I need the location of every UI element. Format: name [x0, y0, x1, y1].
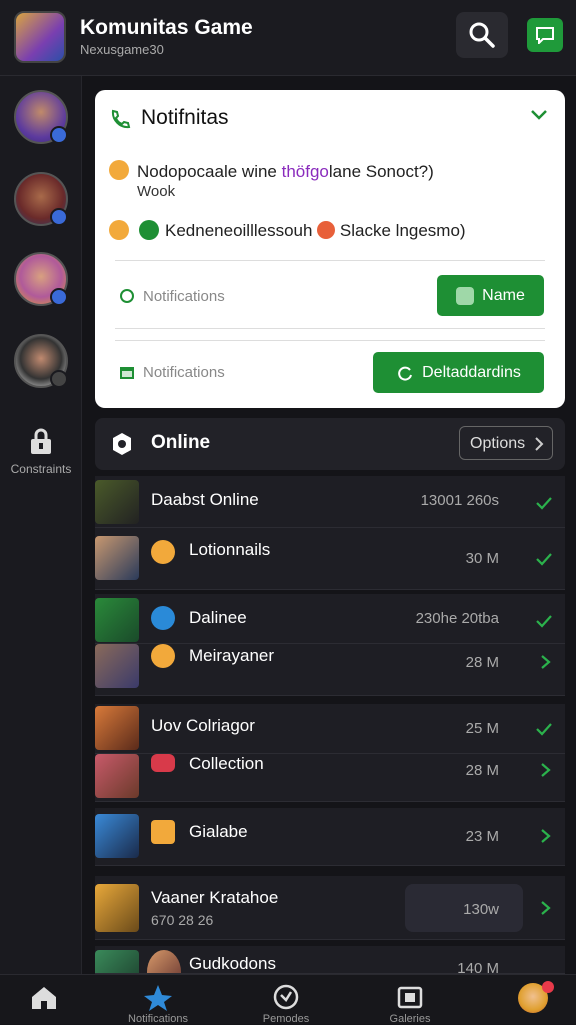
emoji-icon [151, 606, 175, 630]
online-header: Online Options [95, 418, 565, 470]
list-item[interactable]: Meirayaner 28 M [95, 644, 565, 696]
notification-icon [120, 289, 134, 303]
app-subtitle: Nexusgame30 [80, 42, 164, 57]
emoji-icon [139, 220, 159, 240]
notifications-label-1: Notifications [143, 288, 225, 305]
chevron-right-icon [541, 901, 551, 915]
list-item[interactable]: Daabst Online 13001 260s [95, 476, 565, 528]
emoji-icon [151, 540, 175, 564]
bottom-nav: Notifications Pemodes Galeries [0, 974, 576, 1025]
game-thumbnail [95, 754, 139, 798]
sidebar-label: Constraints [10, 462, 72, 476]
calendar-icon [120, 367, 134, 379]
avatar [147, 950, 181, 973]
divider [115, 328, 545, 329]
search-icon [469, 22, 495, 48]
notification-message-2: Kedneneoilllessouh Slacke lngesmo) [165, 221, 466, 240]
compass-icon [273, 984, 299, 1010]
sidebar-avatar-4[interactable] [14, 334, 68, 388]
options-button[interactable]: Options [459, 426, 553, 460]
chevron-down-icon[interactable] [529, 108, 549, 122]
divider [115, 340, 545, 341]
emoji-icon [151, 820, 175, 844]
nav-galeries[interactable]: Galeries [370, 975, 450, 1025]
sidebar-avatar-2[interactable] [14, 172, 68, 226]
lock-icon[interactable] [27, 428, 55, 456]
emoji-icon [151, 644, 175, 668]
game-thumbnail [95, 536, 139, 580]
phone-icon [111, 109, 131, 129]
star-icon [144, 985, 172, 1011]
notification-dot [542, 981, 554, 993]
chevron-right-icon [541, 763, 551, 777]
emoji-icon [317, 221, 336, 239]
emoji-icon [109, 220, 129, 240]
list-item[interactable]: Collection 28 M [95, 754, 565, 802]
status-badge [50, 288, 68, 306]
refresh-icon [398, 366, 413, 381]
chevron-right-icon [535, 437, 544, 451]
notification-message-1-sub: Wook [137, 183, 176, 200]
status-badge [50, 370, 68, 388]
chevron-right-icon [541, 829, 551, 843]
list-item[interactable]: Vaaner Kratahoe 670 28 26 130w [95, 876, 565, 940]
notification-message-1: Nodopocaale wine thöfgolane Sonoct?) [137, 162, 434, 181]
search-button[interactable] [456, 12, 508, 58]
online-title: Online [151, 432, 211, 453]
discord-icon [113, 433, 131, 455]
app-logo[interactable] [14, 11, 66, 63]
heart-icon [151, 754, 175, 772]
notifications-title: Notifnitas [141, 106, 229, 129]
tag-icon [456, 286, 475, 305]
divider [115, 260, 545, 261]
notifications-card: Notifnitas Nodopocaale wine thöfgolane S… [95, 90, 565, 408]
app-title: Komunitas Game [80, 16, 253, 39]
message-button[interactable] [527, 18, 563, 52]
sidebar-avatar-1[interactable] [14, 90, 68, 144]
list-item[interactable]: Uov Colriagor 25 M [95, 704, 565, 754]
emoji-icon [109, 160, 129, 180]
notifications-label-2: Notifications [143, 364, 225, 381]
list-item[interactable]: Lotionnails 30 M [95, 528, 565, 590]
game-thumbnail [95, 706, 139, 750]
top-bar: Komunitas Game Nexusgame30 [0, 0, 576, 76]
game-thumbnail [95, 950, 139, 973]
status-badge [50, 208, 68, 226]
chat-icon [536, 27, 554, 44]
status-badge [50, 126, 68, 144]
name-button[interactable]: Name [437, 275, 544, 316]
check-icon [536, 497, 552, 510]
nav-home[interactable] [4, 975, 84, 1025]
chevron-right-icon [541, 655, 551, 669]
game-thumbnail [95, 598, 139, 642]
nav-notifications[interactable]: Notifications [118, 975, 198, 1025]
check-icon [536, 615, 552, 628]
sidebar: Constraints [0, 76, 82, 974]
list-item[interactable]: Gialabe 23 M [95, 808, 565, 866]
game-thumbnail [95, 480, 139, 524]
nav-pemodes[interactable]: Pemodes [246, 975, 326, 1025]
sidebar-avatar-3[interactable] [14, 252, 68, 306]
game-thumbnail [95, 884, 139, 932]
check-icon [536, 553, 552, 566]
details-button[interactable]: Deltaddardins [373, 352, 544, 393]
home-icon [32, 987, 56, 1009]
list-item[interactable]: Dalinee 230he 20tba [95, 594, 565, 644]
game-thumbnail [95, 644, 139, 688]
list-item[interactable]: Gudkodons 140 M [95, 946, 565, 974]
nav-profile[interactable] [496, 975, 576, 1025]
camera-icon [397, 986, 423, 1009]
game-thumbnail [95, 814, 139, 858]
check-icon [536, 723, 552, 736]
